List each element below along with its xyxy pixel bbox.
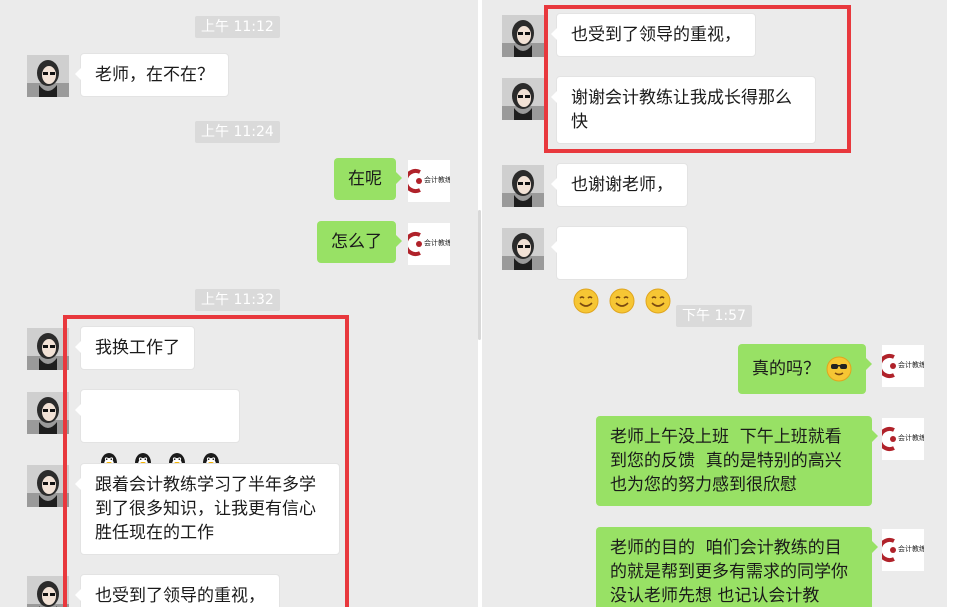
smile-emoji-icon	[609, 288, 635, 314]
self-avatar[interactable]: 会计教练	[882, 418, 924, 460]
contact-avatar[interactable]	[502, 78, 544, 120]
scrollbar[interactable]	[478, 210, 481, 340]
emoji-message-bubble[interactable]	[551, 226, 688, 280]
message-bubble[interactable]: 谢谢会计教练让我成长得那么快	[551, 76, 816, 144]
timestamp: 上午 11:32	[195, 289, 280, 311]
avatar-logo-text: 会计教练	[898, 545, 924, 553]
smile-emoji-icon	[645, 288, 671, 314]
message-bubble[interactable]: 我换工作了	[75, 326, 195, 370]
sent-message-bubble[interactable]: 老师的目的 咱们会计教练的目的就是帮到更多有需求的同学你没认老师先想 也记认会计…	[596, 527, 878, 607]
timestamp: 下午 1:57	[676, 305, 752, 327]
contact-avatar[interactable]	[27, 55, 69, 97]
contact-avatar[interactable]	[27, 392, 69, 434]
cool-sunglasses-emoji-icon	[826, 356, 852, 382]
avatar-logo-text: 会计教练	[424, 239, 450, 247]
sent-message-bubble[interactable]: 老师上午没上班 下午上班就看到您的反馈 真的是特别的高兴 也为您的努力感到很欣慰	[596, 416, 878, 506]
message-bubble[interactable]: 老师，在不在？	[75, 53, 229, 97]
sent-message-bubble[interactable]: 在呢	[334, 158, 402, 200]
self-avatar[interactable]: 会计教练	[408, 223, 450, 265]
window-edge	[947, 0, 965, 607]
contact-avatar[interactable]	[27, 576, 69, 607]
contact-avatar[interactable]	[502, 165, 544, 207]
avatar-logo-text: 会计教练	[424, 176, 450, 184]
message-bubble[interactable]: 也受到了领导的重视，	[75, 574, 280, 607]
contact-avatar[interactable]	[502, 15, 544, 57]
chat-panel-left[interactable]: 上午 11:12 老师，在不在？ 上午 11:24 在呢 会计教练 怎么了 会计…	[0, 0, 478, 607]
message-bubble[interactable]: 跟着会计教练学习了半年多学到了很多知识，让我更有信心胜任现在的工作	[75, 463, 340, 555]
self-avatar[interactable]: 会计教练	[882, 345, 924, 387]
contact-avatar[interactable]	[27, 465, 69, 507]
avatar-logo-text: 会计教练	[898, 361, 924, 369]
timestamp: 上午 11:24	[195, 121, 280, 143]
self-avatar[interactable]: 会计教练	[882, 529, 924, 571]
emoji-message-bubble[interactable]	[75, 389, 240, 443]
smile-emoji-icon	[573, 288, 599, 314]
chat-panel-right[interactable]: 也受到了领导的重视， 谢谢会计教练让我成长得那么快 也谢谢老师， 下午 1:57…	[482, 0, 947, 607]
avatar-logo-text: 会计教练	[898, 434, 924, 442]
sent-message-bubble[interactable]: 怎么了	[317, 221, 402, 263]
message-text: 真的吗？	[752, 359, 820, 379]
contact-avatar[interactable]	[27, 328, 69, 370]
self-avatar[interactable]: 会计教练	[408, 160, 450, 202]
message-bubble[interactable]: 也谢谢老师，	[551, 163, 688, 207]
timestamp: 上午 11:12	[195, 16, 280, 38]
message-bubble[interactable]: 也受到了领导的重视，	[551, 13, 756, 57]
contact-avatar[interactable]	[502, 228, 544, 270]
sent-message-bubble[interactable]: 真的吗？	[738, 344, 872, 394]
